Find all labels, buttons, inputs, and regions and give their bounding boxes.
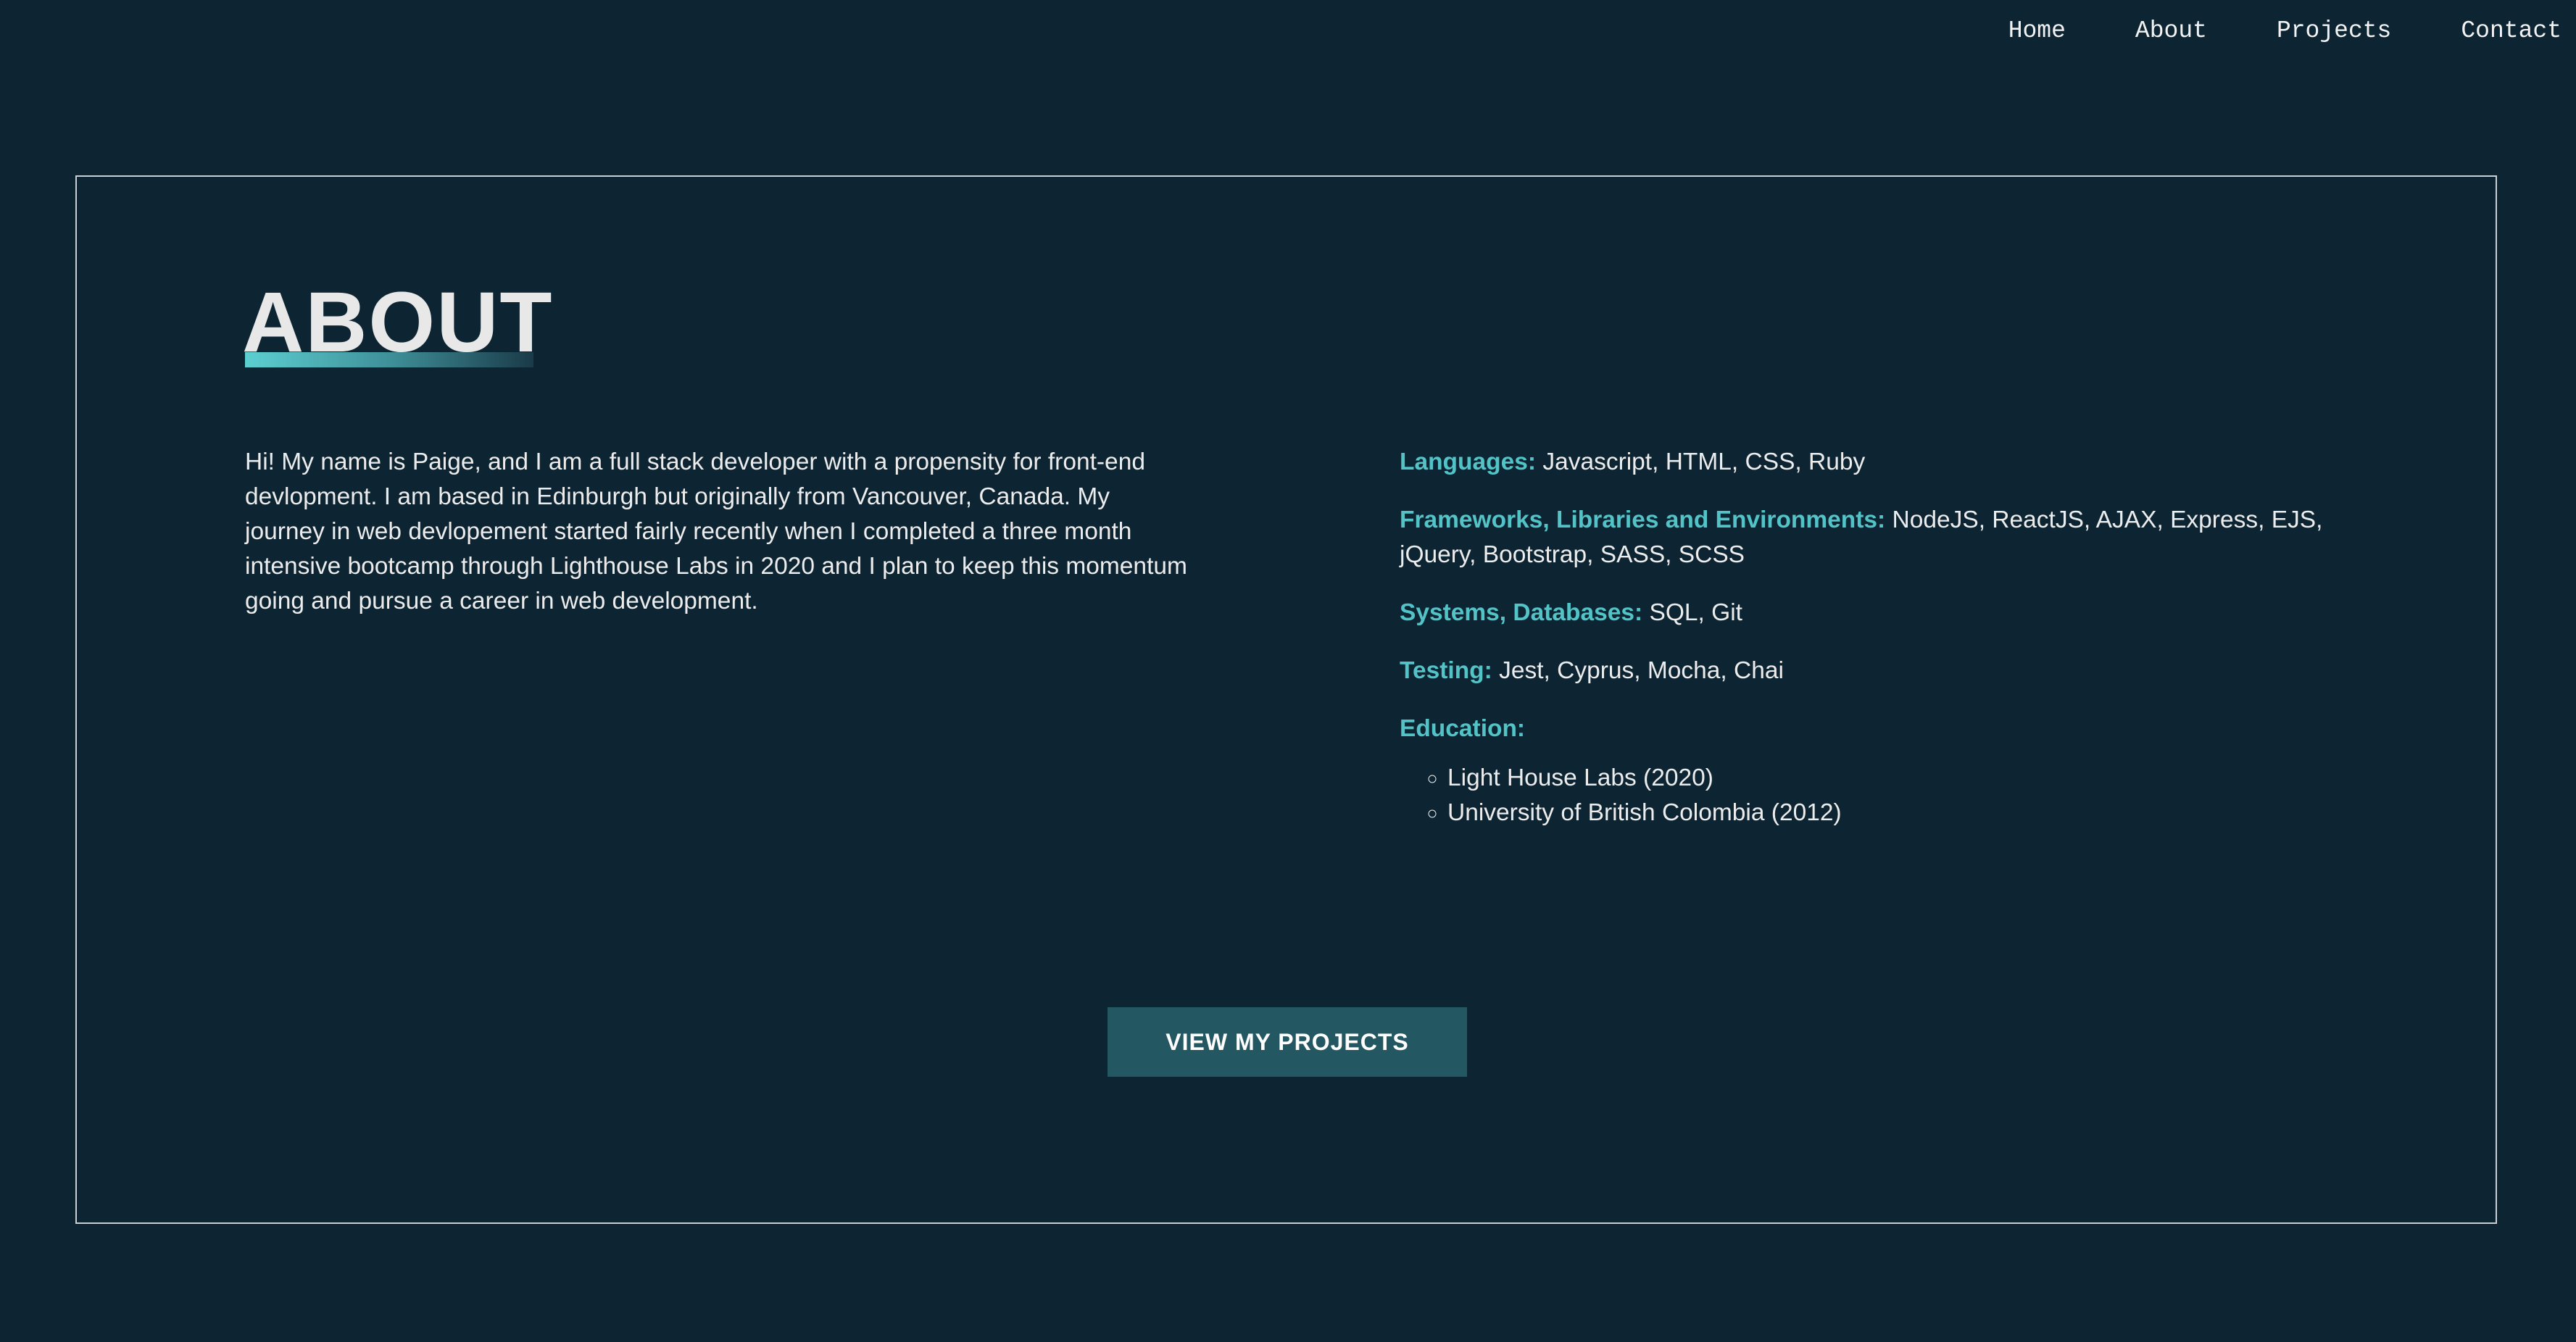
education-item: Light House Labs (2020) — [1447, 761, 2342, 796]
skill-frameworks: Frameworks, Libraries and Environments: … — [1400, 503, 2342, 572]
nav-contact[interactable]: Contact — [2461, 14, 2562, 48]
nav-about[interactable]: About — [2135, 14, 2207, 48]
nav-home[interactable]: Home — [2008, 14, 2066, 48]
top-nav: Home About Projects Contact — [1939, 14, 2562, 48]
nav-projects[interactable]: Projects — [2277, 14, 2391, 48]
education-list: Light House Labs (2020) University of Br… — [1400, 761, 2342, 830]
skill-systems: Systems, Databases: SQL, Git — [1400, 596, 2342, 630]
skill-value: Javascript, HTML, CSS, Ruby — [1542, 449, 1866, 475]
skill-label: Frameworks, Libraries and Environments: — [1400, 507, 1886, 533]
skill-label: Systems, Databases: — [1400, 599, 1643, 626]
view-projects-button[interactable]: VIEW MY PROJECTS — [1108, 1007, 1467, 1077]
skill-testing: Testing: Jest, Cyprus, Mocha, Chai — [1400, 654, 2342, 688]
page-title: ABOUT — [242, 275, 554, 370]
bio-text: Hi! My name is Paige, and I am a full st… — [245, 449, 1187, 614]
skill-label: Languages: — [1400, 449, 1536, 475]
skill-value: SQL, Git — [1649, 599, 1742, 626]
education-label: Education: — [1400, 715, 1526, 742]
education-item: University of British Colombia (2012) — [1447, 796, 2342, 830]
about-heading: ABOUT — [242, 275, 552, 377]
education: Education: — [1400, 712, 2342, 746]
skill-languages: Languages: Javascript, HTML, CSS, Ruby — [1400, 445, 2342, 480]
skill-value: Jest, Cyprus, Mocha, Chai — [1499, 657, 1784, 684]
skill-label: Testing: — [1400, 657, 1492, 684]
skills-list: Languages: Javascript, HTML, CSS, Ruby F… — [1400, 445, 2342, 830]
